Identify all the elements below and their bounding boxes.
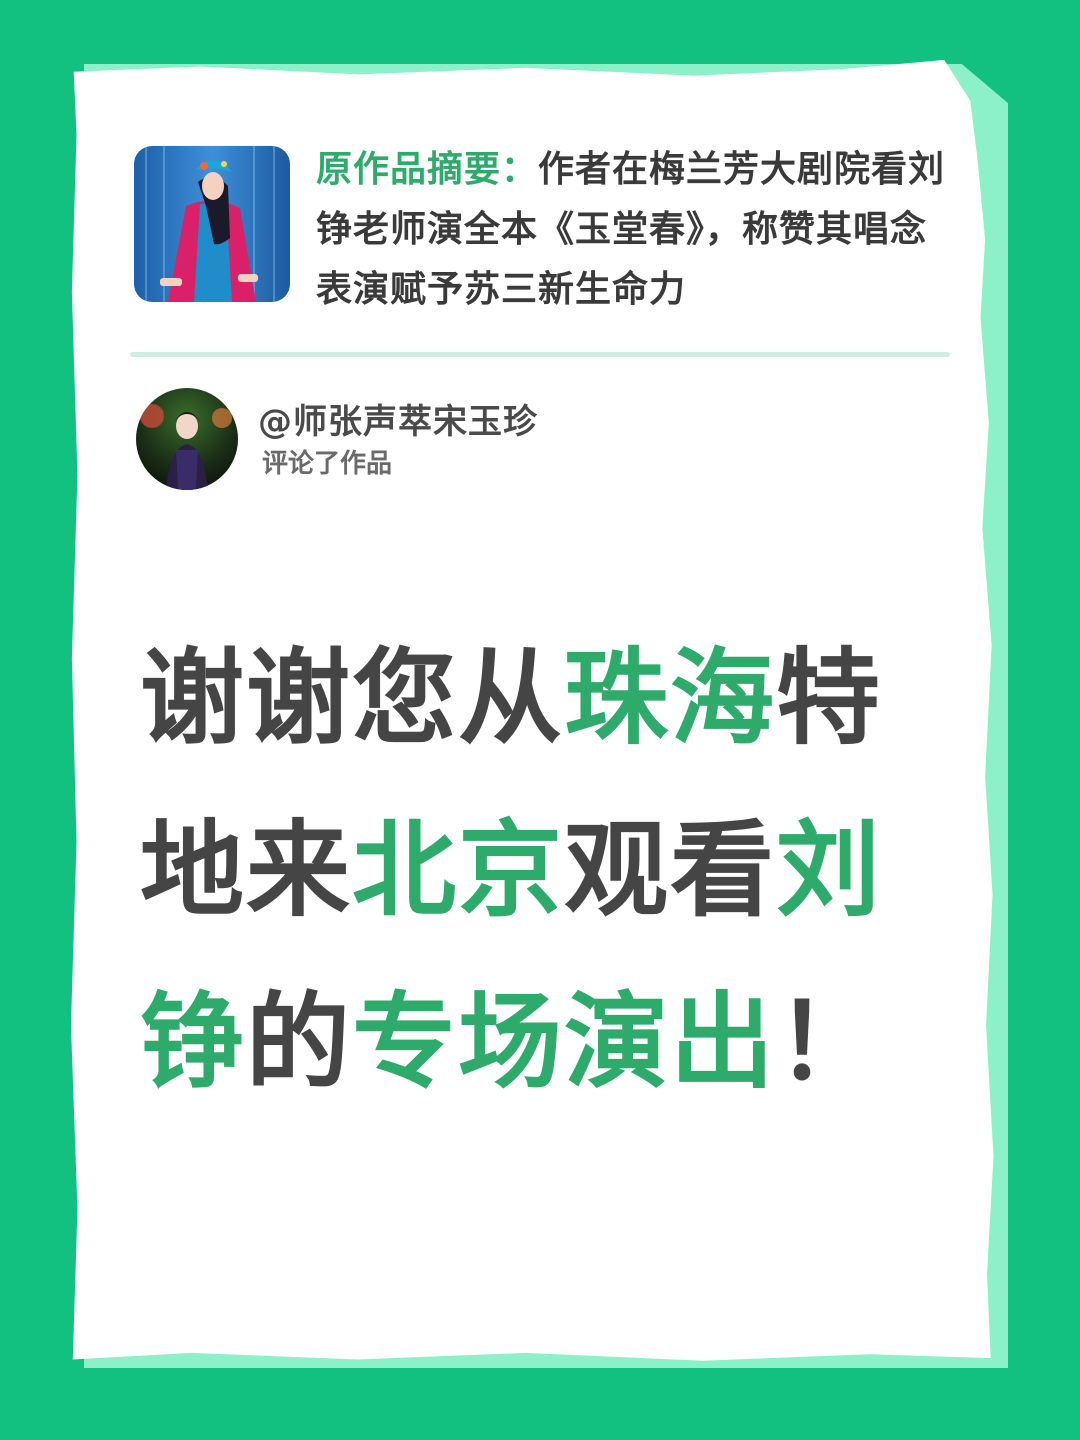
- message-line-1: 谢谢您从珠海特: [140, 612, 940, 784]
- message-highlight: 专场演出: [352, 981, 777, 1103]
- commenter-avatar[interactable]: [136, 388, 238, 490]
- original-work-summary: 原作品摘要：作者在梅兰芳大剧院看刘铮老师演全本《玉堂春》，称赞其唱念表演赋予苏三…: [316, 140, 956, 320]
- message-segment: 观看: [564, 809, 777, 931]
- message-segment: 的: [246, 981, 353, 1103]
- message-line-2: 地来北京观看刘: [140, 784, 940, 956]
- message-highlight: 刘: [776, 809, 883, 931]
- message-segment: 地来: [140, 809, 353, 931]
- message-segment: 谢谢您从: [140, 637, 565, 759]
- commenter-username[interactable]: @师张声萃宋玉珍: [258, 398, 538, 446]
- section-divider: [130, 352, 950, 357]
- comment-action-text: 评论了作品: [262, 449, 393, 479]
- message-segment: ！: [776, 981, 883, 1103]
- message-highlight: 铮: [140, 981, 247, 1103]
- comment-message: 谢谢您从珠海特 地来北京观看刘 铮的专场演出！: [140, 612, 940, 1128]
- message-segment: 特: [776, 637, 883, 759]
- summary-label: 原作品摘要：: [316, 149, 539, 190]
- message-line-3: 铮的专场演出！: [140, 956, 940, 1128]
- message-highlight: 珠海: [564, 637, 777, 759]
- message-highlight: 北京: [352, 809, 565, 931]
- original-work-thumbnail[interactable]: [134, 146, 290, 302]
